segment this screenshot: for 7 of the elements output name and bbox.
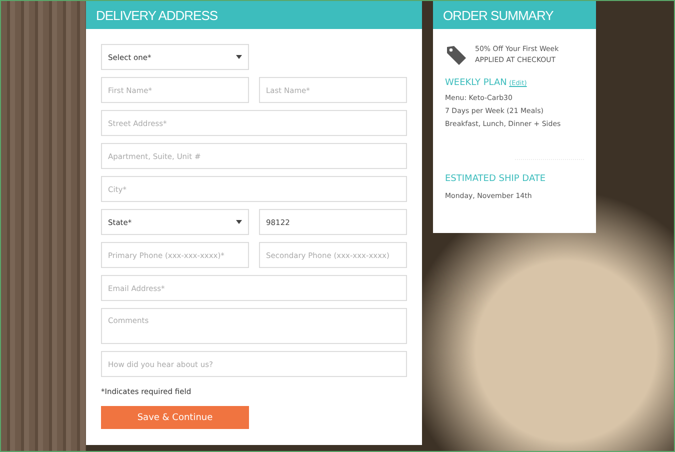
card-title: ORDER SUMMARY [433, 1, 596, 29]
caret-icon [236, 220, 242, 224]
caret-icon [236, 55, 242, 59]
tag-icon [445, 44, 467, 66]
card-title: DELIVERY ADDRESS [86, 1, 422, 29]
plan-heading: WEEKLY PLAN [445, 78, 507, 88]
ship-heading: ESTIMATED SHIP DATE [445, 174, 547, 184]
